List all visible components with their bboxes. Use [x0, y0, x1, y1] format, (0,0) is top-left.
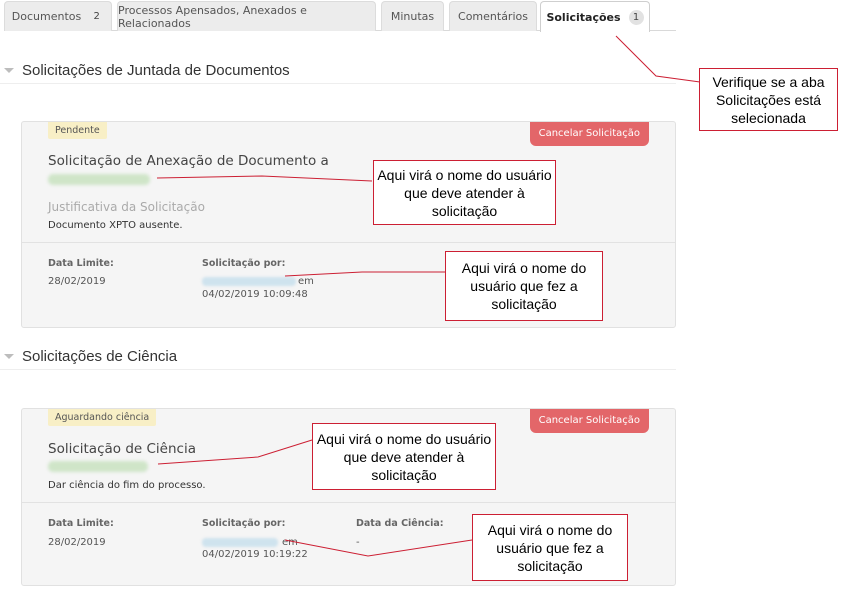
assignee-name-blurred [48, 461, 148, 472]
tab-label: Solicitações [546, 10, 621, 24]
section-header-juntada[interactable]: Solicitações de Juntada de Documentos [0, 58, 676, 84]
tab-label: Minutas [390, 10, 435, 23]
requester-name-blurred [202, 277, 296, 286]
deadline-value: 28/02/2019 [48, 276, 106, 287]
tab-processos[interactable]: Processos Apensados, Anexados e Relacion… [117, 1, 376, 31]
science-date-label: Data da Ciência: [356, 518, 444, 529]
request-title: Solicitação de Anexação de Documento a [48, 153, 329, 169]
tab-bar: Documentos 2 Processos Apensados, Anexad… [4, 0, 676, 32]
requested-at-value: 04/02/2019 10:19:22 [202, 549, 308, 560]
collapse-caret-icon[interactable] [4, 68, 14, 73]
tab-count-badge: 2 [93, 11, 100, 22]
section-title: Solicitações de Juntada de Documentos [22, 62, 290, 79]
justification-label: Justificativa da Solicitação [48, 200, 205, 214]
card-divider [22, 502, 675, 503]
tab-minutas[interactable]: Minutas [381, 1, 444, 31]
tab-count-badge: 1 [628, 9, 644, 25]
request-title: Solicitação de Ciência [48, 441, 196, 457]
tab-documentos[interactable]: Documentos 2 [4, 1, 112, 31]
annotation-requester-2: Aqui virá o nome do usuário que fez a so… [472, 514, 628, 581]
requester-name-blurred [202, 538, 278, 547]
requested-by-label: Solicitação por: [202, 518, 286, 529]
tab-solicitacoes[interactable]: Solicitações 1 [540, 1, 650, 32]
annotation-tab-note: Verifique se a aba Solicitações está sel… [699, 68, 838, 131]
annotation-requester-1: Aqui virá o nome do usuário que fez a so… [445, 251, 603, 321]
requested-at-value: 04/02/2019 10:09:48 [202, 289, 308, 300]
justification-text: Documento XPTO ausente. [48, 220, 183, 231]
deadline-label: Data Limite: [48, 518, 114, 529]
requested-by-label: Solicitação por: [202, 258, 286, 269]
collapse-caret-icon[interactable] [4, 354, 14, 359]
em-text: em [298, 276, 314, 287]
section-title: Solicitações de Ciência [22, 348, 178, 365]
status-badge: Pendente [48, 122, 107, 139]
tab-label: Comentários [458, 10, 528, 23]
assignee-name-blurred [48, 174, 150, 185]
deadline-value: 28/02/2019 [48, 537, 106, 548]
annotation-assignee-2: Aqui virá o nome do usuário que deve ate… [312, 423, 496, 490]
annotation-assignee-1: Aqui virá o nome do usuário que deve ate… [373, 160, 556, 225]
deadline-label: Data Limite: [48, 258, 114, 269]
science-date-value: - [356, 537, 360, 548]
status-badge: Aguardando ciência [48, 409, 157, 426]
tab-label: Processos Apensados, Anexados e Relacion… [118, 3, 307, 30]
request-description: Dar ciência do fim do processo. [48, 480, 206, 491]
cancel-request-button[interactable]: Cancelar Solicitação [529, 122, 649, 146]
tab-comentarios[interactable]: Comentários [449, 1, 537, 31]
section-header-ciencia[interactable]: Solicitações de Ciência [0, 344, 676, 370]
cancel-request-button[interactable]: Cancelar Solicitação [529, 409, 649, 433]
card-divider [22, 242, 675, 243]
tab-label: Documentos [11, 10, 82, 23]
